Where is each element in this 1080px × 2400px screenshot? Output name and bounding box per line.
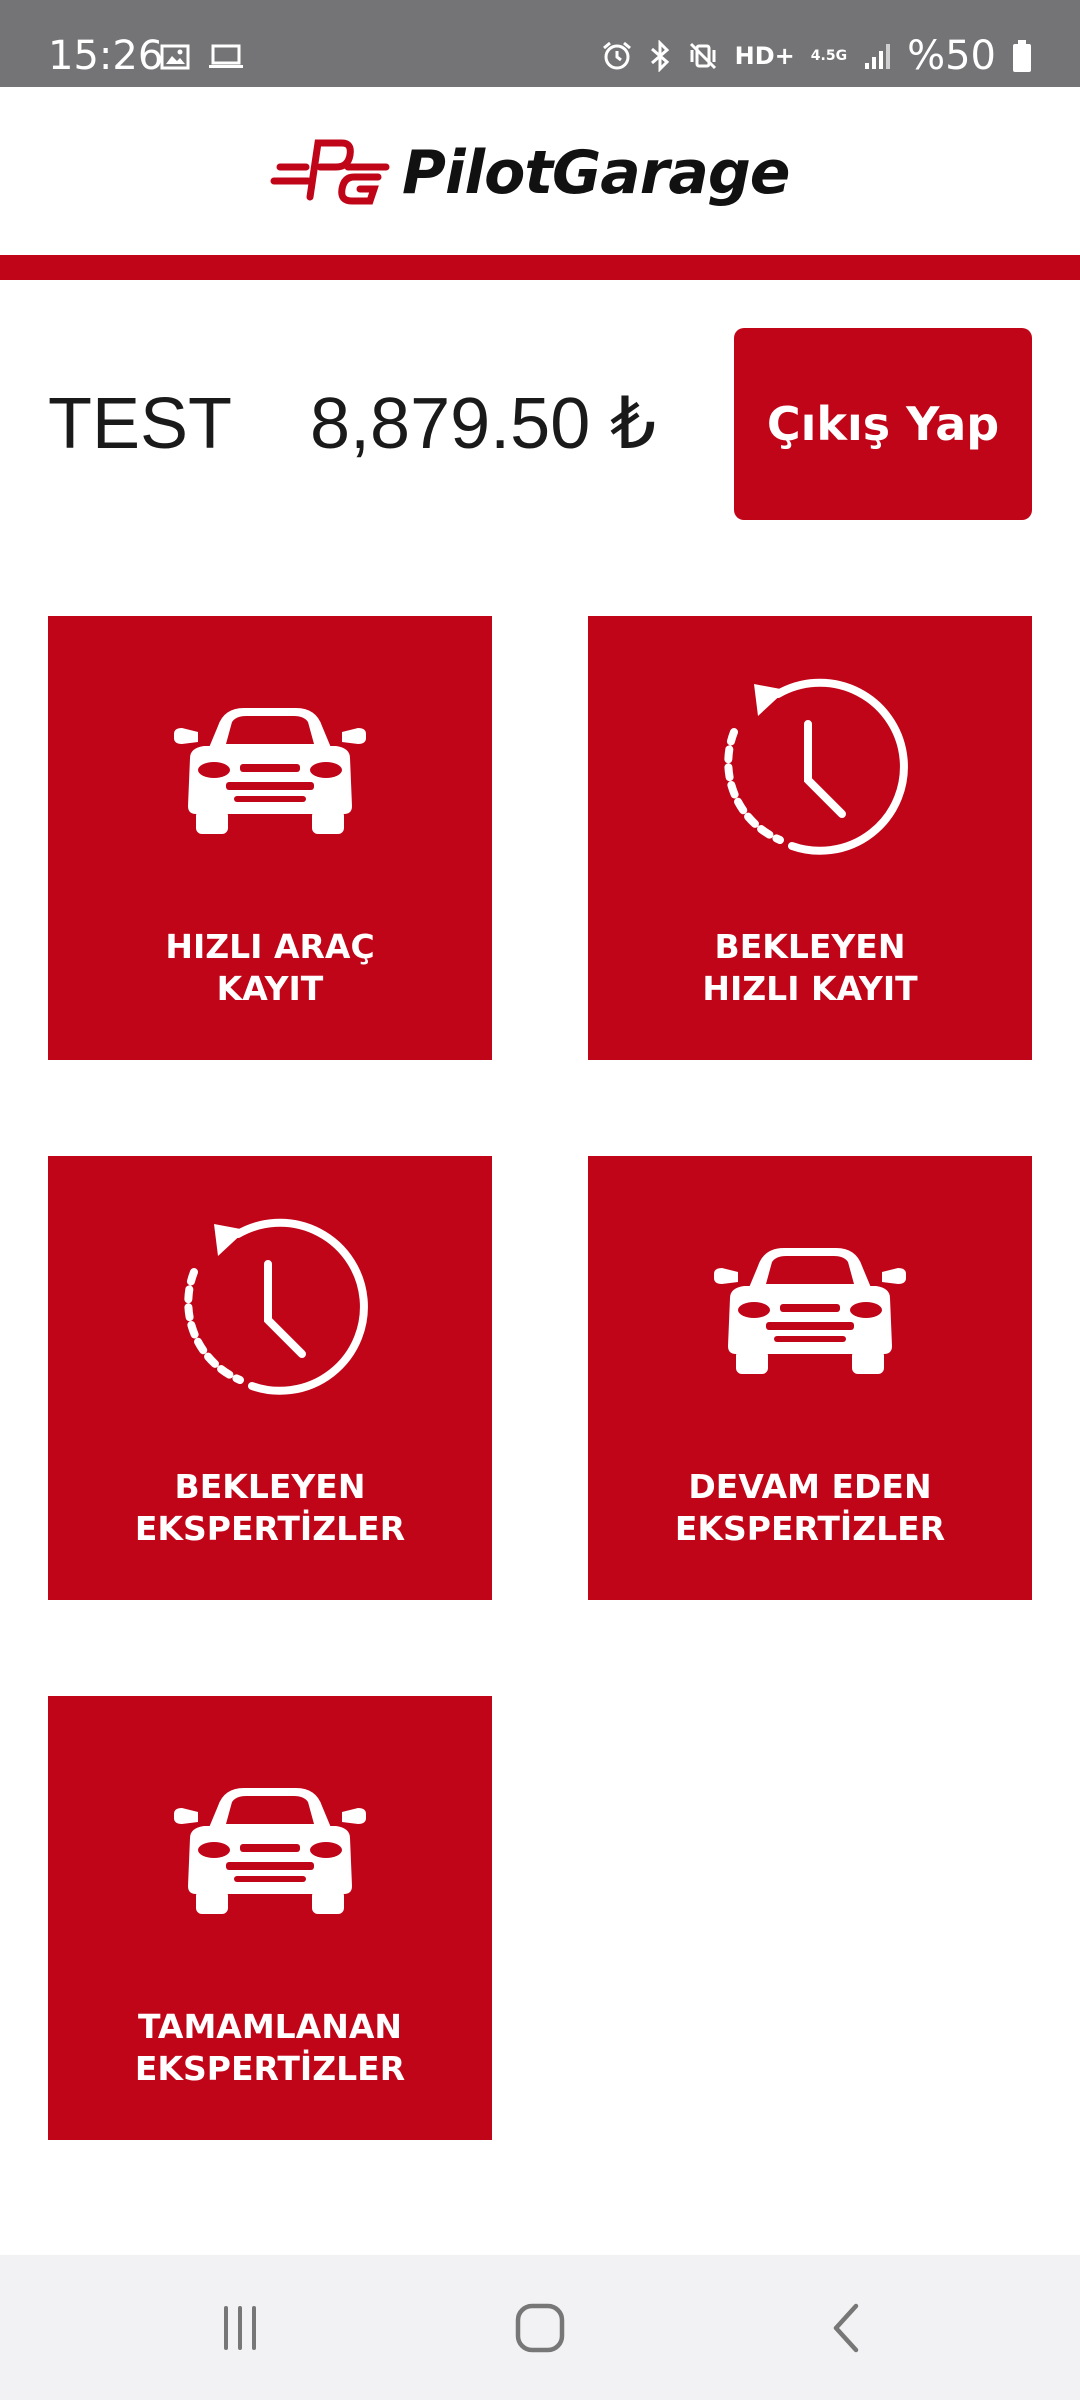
recent-apps-icon bbox=[224, 2305, 256, 2350]
image-icon bbox=[160, 44, 190, 70]
laptop-icon bbox=[209, 44, 243, 68]
tile-quick-vehicle-registration[interactable]: HIZLI ARAÇ KAYIT bbox=[48, 616, 492, 1060]
system-nav-bar bbox=[0, 2255, 1080, 2400]
bluetooth-icon bbox=[650, 40, 669, 72]
car-icon bbox=[174, 1788, 366, 1914]
tile-label-line1: BEKLEYEN bbox=[174, 1467, 366, 1506]
clock-history-icon bbox=[724, 678, 908, 855]
car-icon bbox=[174, 708, 366, 834]
status-left-icons bbox=[160, 44, 244, 70]
logout-button[interactable]: Çıkış Yap bbox=[734, 328, 1032, 520]
pilotgarage-logo: PilotGarage bbox=[270, 125, 810, 221]
car-icon bbox=[714, 1248, 906, 1374]
tile-label-line2: EKSPERTİZLER bbox=[134, 1509, 406, 1548]
tile-label: HIZLI ARAÇ KAYIT bbox=[48, 926, 492, 1010]
hd-label: HD+ bbox=[734, 42, 795, 70]
alarm-icon bbox=[602, 41, 631, 70]
tile-completed-appraisals[interactable]: TAMAMLANAN EKSPERTİZLER bbox=[48, 1696, 492, 2140]
tile-pending-quick-registration[interactable]: BEKLEYEN HIZLI KAYIT bbox=[588, 616, 1032, 1060]
clock-history-icon bbox=[184, 1218, 368, 1395]
tile-label-line1: BEKLEYEN bbox=[714, 927, 906, 966]
tile-label-line2: KAYIT bbox=[216, 969, 324, 1008]
network-label: 4.5G bbox=[810, 48, 848, 64]
tile-label: BEKLEYEN HIZLI KAYIT bbox=[588, 926, 1032, 1010]
pg-logo-icon bbox=[270, 139, 390, 205]
status-time: 15:26 bbox=[48, 33, 164, 79]
tile-pending-appraisals[interactable]: BEKLEYEN EKSPERTİZLER bbox=[48, 1156, 492, 1600]
status-bar: 15:26 HD+ 4.5G %50 bbox=[0, 0, 1080, 87]
header-divider bbox=[0, 255, 1080, 280]
back-button[interactable] bbox=[786, 2255, 906, 2400]
tile-label-line2: EKSPERTİZLER bbox=[674, 1509, 946, 1548]
logo-text: PilotGarage bbox=[402, 138, 790, 208]
tile-label: DEVAM EDEN EKSPERTİZLER bbox=[588, 1466, 1032, 1550]
tile-label: BEKLEYEN EKSPERTİZLER bbox=[48, 1466, 492, 1550]
battery-text: %50 bbox=[907, 33, 996, 79]
tile-label-line2: EKSPERTİZLER bbox=[134, 2049, 406, 2088]
account-balance: 8,879.50 ₺ bbox=[310, 384, 657, 464]
battery-icon bbox=[1013, 40, 1031, 72]
app-header: PilotGarage bbox=[0, 87, 1080, 255]
home-icon bbox=[515, 2303, 565, 2352]
status-right: HD+ 4.5G %50 bbox=[601, 36, 1032, 76]
tile-label-line1: DEVAM EDEN bbox=[688, 1467, 932, 1506]
tile-label-line1: TAMAMLANAN bbox=[137, 2007, 403, 2046]
recent-apps-button[interactable] bbox=[180, 2255, 300, 2400]
account-name: TEST bbox=[48, 384, 233, 464]
tile-label: TAMAMLANAN EKSPERTİZLER bbox=[48, 2006, 492, 2090]
back-icon bbox=[833, 2303, 859, 2352]
signal-icon bbox=[865, 44, 891, 69]
home-button[interactable] bbox=[480, 2255, 600, 2400]
tile-label-line2: HIZLI KAYIT bbox=[702, 969, 918, 1008]
tile-ongoing-appraisals[interactable]: DEVAM EDEN EKSPERTİZLER bbox=[588, 1156, 1032, 1600]
tile-label-line1: HIZLI ARAÇ bbox=[165, 927, 375, 966]
vibrate-off-icon bbox=[689, 42, 716, 70]
account-row: TEST 8,879.50 ₺ Çıkış Yap bbox=[0, 280, 1080, 580]
